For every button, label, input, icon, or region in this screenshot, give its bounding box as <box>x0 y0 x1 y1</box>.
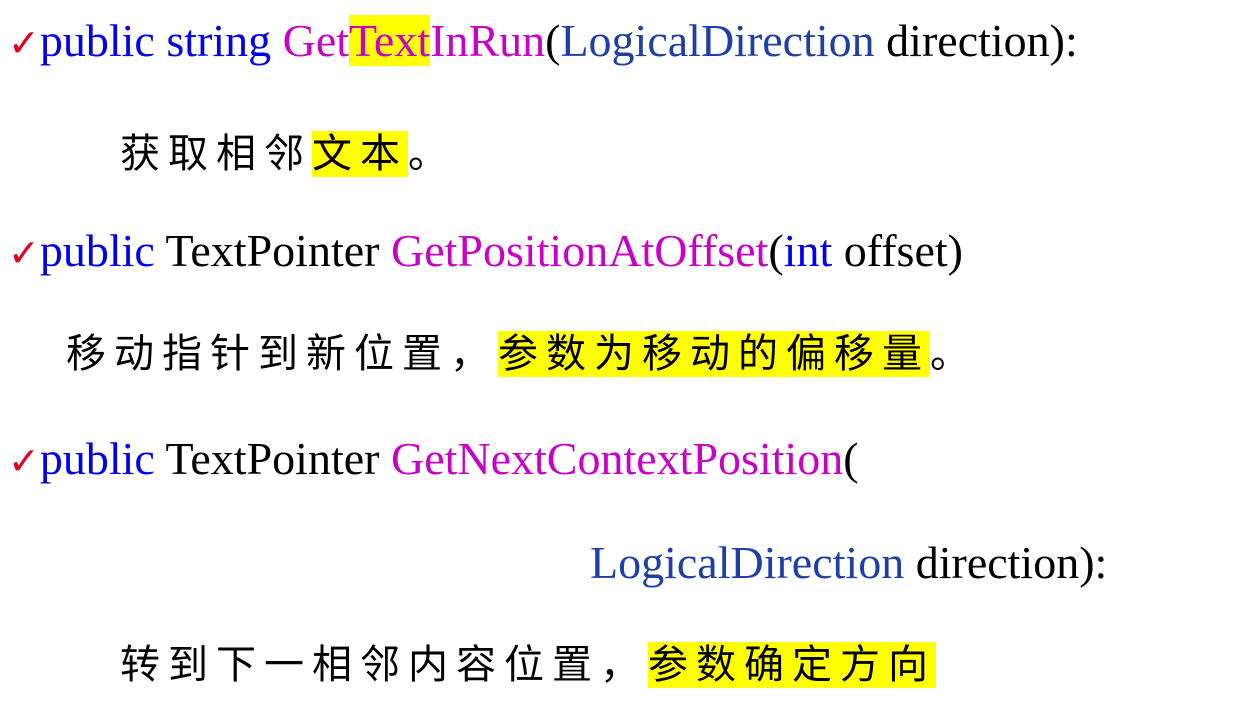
description-get-next-context-position: 转到下一相邻内容位置，参数确定方向 <box>120 642 936 688</box>
description-get-position-at-offset: 移动指针到新位置，参数为移动的偏移量。 <box>66 331 978 377</box>
method-name: GetNextContextPosition <box>390 433 844 484</box>
method-name-prefix: Get <box>282 15 350 66</box>
checkmark-icon: ✓ <box>8 231 40 275</box>
method-signature-get-next-context-position: ✓public TextPointer GetNextContextPositi… <box>8 436 859 482</box>
open-paren: ( <box>768 225 784 276</box>
open-paren: ( <box>545 15 561 66</box>
param-type: LogicalDirection <box>590 537 905 588</box>
param-type: int <box>783 225 833 276</box>
desc-highlight: 文本 <box>312 131 408 177</box>
desc-prefix: 获取相邻 <box>120 131 312 177</box>
method-name-suffix: InRun <box>430 15 546 66</box>
keyword-public: public <box>39 15 155 66</box>
keyword-public: public <box>39 433 155 484</box>
method-name-highlight: Text <box>349 15 431 66</box>
desc-prefix: 移动指针到新位置， <box>66 331 498 377</box>
desc-highlight: 参数确定方向 <box>648 642 936 688</box>
param-name: direction): <box>904 537 1108 588</box>
method-signature-get-position-at-offset: ✓public TextPointer GetPositionAtOffset(… <box>8 228 963 274</box>
desc-suffix: 。 <box>408 131 456 177</box>
open-paren: ( <box>843 433 859 484</box>
checkmark-icon: ✓ <box>8 439 40 483</box>
checkmark-icon: ✓ <box>8 21 40 65</box>
desc-suffix: 。 <box>930 331 978 377</box>
method-name: GetPositionAtOffset <box>390 225 769 276</box>
param-name: offset) <box>832 225 963 276</box>
desc-highlight: 参数为移动的偏移量 <box>498 331 930 377</box>
desc-prefix: 转到下一相邻内容位置， <box>120 642 648 688</box>
return-type: TextPointer <box>154 225 391 276</box>
method-signature-get-text-in-run: ✓public string GetTextInRun(LogicalDirec… <box>8 15 1078 66</box>
keyword-public: public <box>39 225 155 276</box>
description-get-text-in-run: 获取相邻文本。 <box>120 131 456 177</box>
param-name: direction): <box>874 15 1078 66</box>
return-type: string <box>166 15 272 66</box>
param-type: LogicalDirection <box>560 15 875 66</box>
method-params-get-next-context-position: LogicalDirection direction): <box>590 540 1107 586</box>
return-type: TextPointer <box>154 433 391 484</box>
